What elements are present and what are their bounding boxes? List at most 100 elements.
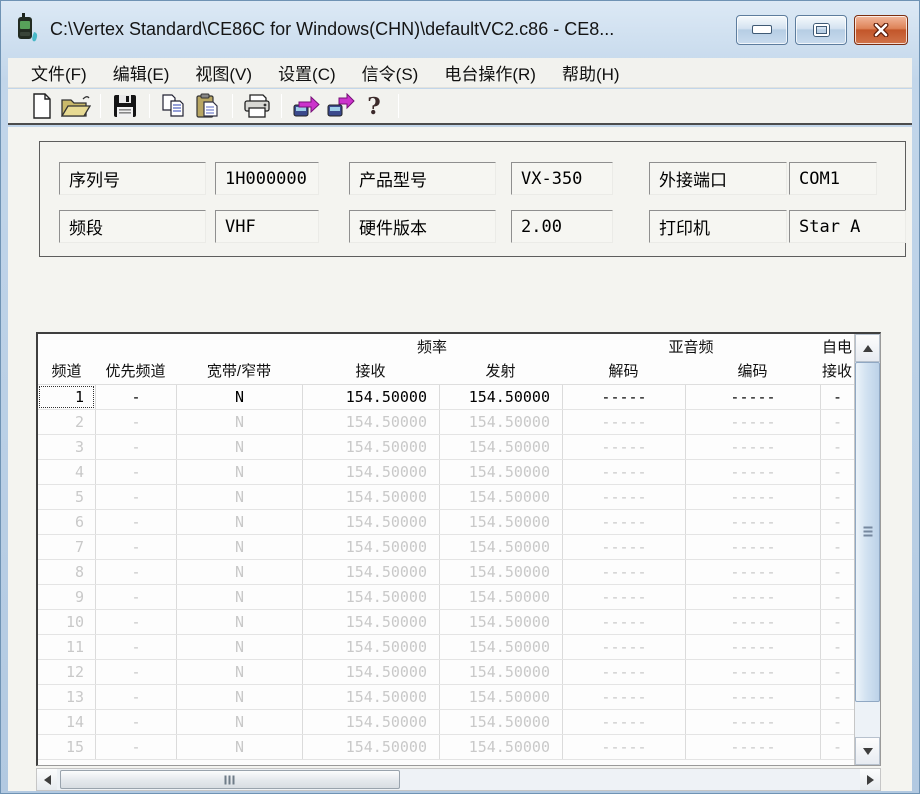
table-cell[interactable]: - [95,635,176,659]
open-file-button[interactable] [59,92,93,120]
table-cell[interactable]: 4 [38,460,95,484]
table-cell[interactable]: 154.50000 [439,735,562,759]
table-cell[interactable]: - [820,535,854,559]
table-cell[interactable]: ----- [562,535,685,559]
table-cell[interactable]: ----- [685,610,820,634]
table-cell[interactable]: N [176,635,302,659]
table-cell[interactable]: 154.50000 [439,435,562,459]
table-cell[interactable]: - [820,485,854,509]
table-cell[interactable]: 154.50000 [302,410,439,434]
table-cell[interactable]: 154.50000 [302,610,439,634]
table-cell[interactable]: 154.50000 [439,535,562,559]
table-cell[interactable]: ----- [685,510,820,534]
table-row[interactable]: 15-N154.50000154.50000----------- [38,735,854,760]
table-row[interactable]: 9-N154.50000154.50000----------- [38,585,854,610]
table-cell[interactable]: ----- [562,660,685,684]
minimize-button[interactable] [736,15,788,45]
maximize-button[interactable] [795,15,847,45]
vertical-scroll-track[interactable] [855,362,880,737]
table-row[interactable]: 4-N154.50000154.50000----------- [38,460,854,485]
table-cell[interactable]: N [176,560,302,584]
table-cell[interactable]: 9 [38,585,95,609]
scroll-left-button[interactable] [37,769,57,790]
table-cell[interactable]: - [820,385,854,409]
table-cell[interactable]: 154.50000 [302,435,439,459]
table-cell[interactable]: 3 [38,435,95,459]
menu-radio-operation[interactable]: 电台操作(R) [431,60,549,85]
table-cell[interactable]: ----- [562,385,685,409]
table-cell[interactable]: 154.50000 [439,685,562,709]
table-cell[interactable]: 154.50000 [439,510,562,534]
table-cell[interactable]: ----- [562,685,685,709]
write-to-radio-button[interactable] [323,92,357,120]
table-cell[interactable]: 154.50000 [302,460,439,484]
table-cell[interactable]: ----- [562,460,685,484]
table-cell[interactable]: 154.50000 [302,685,439,709]
table-cell[interactable]: ----- [562,610,685,634]
table-cell[interactable]: N [176,685,302,709]
table-cell[interactable]: - [95,485,176,509]
table-cell[interactable]: 154.50000 [302,510,439,534]
paste-button[interactable] [191,92,225,120]
table-cell[interactable]: N [176,710,302,734]
table-cell[interactable]: - [820,460,854,484]
table-cell[interactable]: ----- [562,635,685,659]
table-cell[interactable]: 154.50000 [439,460,562,484]
table-cell[interactable]: 154.50000 [302,585,439,609]
table-cell[interactable]: - [820,635,854,659]
col-header-bandwidth[interactable]: 宽带/窄带 [176,360,302,381]
table-cell[interactable]: N [176,485,302,509]
table-cell[interactable]: 154.50000 [439,410,562,434]
table-row[interactable]: 8-N154.50000154.50000----------- [38,560,854,585]
table-cell[interactable]: - [95,735,176,759]
save-button[interactable] [108,92,142,120]
table-cell[interactable]: N [176,410,302,434]
table-cell[interactable]: - [820,660,854,684]
horizontal-scrollbar[interactable] [36,768,881,791]
table-row[interactable]: 12-N154.50000154.50000----------- [38,660,854,685]
table-cell[interactable]: ----- [685,560,820,584]
table-cell[interactable]: 15 [38,735,95,759]
table-cell[interactable]: - [820,735,854,759]
table-cell[interactable]: - [95,535,176,559]
table-cell[interactable]: ----- [562,510,685,534]
table-cell[interactable]: ----- [562,485,685,509]
table-cell[interactable]: ----- [562,435,685,459]
table-row[interactable]: 5-N154.50000154.50000----------- [38,485,854,510]
vertical-scrollbar[interactable] [854,334,880,765]
table-row[interactable]: 14-N154.50000154.50000----------- [38,710,854,735]
table-cell[interactable]: - [95,660,176,684]
table-cell[interactable]: N [176,610,302,634]
table-cell[interactable]: 8 [38,560,95,584]
table-cell[interactable]: - [95,435,176,459]
table-row[interactable]: 11-N154.50000154.50000----------- [38,635,854,660]
menu-signaling[interactable]: 信令(S) [349,60,432,85]
table-cell[interactable]: ----- [685,735,820,759]
table-cell[interactable]: 154.50000 [302,385,439,409]
table-cell[interactable]: 12 [38,660,95,684]
col-header-tx[interactable]: 发射 [439,360,562,381]
table-cell[interactable]: - [95,460,176,484]
table-cell[interactable]: 154.50000 [439,485,562,509]
col-header-priority[interactable]: 优先频道 [95,360,176,381]
vertical-scroll-thumb[interactable] [855,362,880,702]
table-cell[interactable]: - [95,610,176,634]
table-cell[interactable]: 154.50000 [302,485,439,509]
table-cell[interactable]: ----- [562,585,685,609]
table-cell[interactable]: - [820,560,854,584]
table-cell[interactable]: ----- [562,560,685,584]
col-header-rx2[interactable]: 接收 [820,360,854,381]
table-row[interactable]: 10-N154.50000154.50000----------- [38,610,854,635]
table-cell[interactable]: ----- [685,485,820,509]
table-cell[interactable]: N [176,435,302,459]
table-cell[interactable]: 154.50000 [439,610,562,634]
horizontal-scroll-thumb[interactable] [60,770,400,789]
table-cell[interactable]: 154.50000 [439,560,562,584]
scroll-down-button[interactable] [855,737,880,765]
menu-file[interactable]: 文件(F) [18,60,100,85]
table-cell[interactable]: ----- [685,460,820,484]
table-cell[interactable]: 5 [38,485,95,509]
table-cell[interactable]: N [176,510,302,534]
table-cell[interactable]: 154.50000 [302,660,439,684]
menu-settings[interactable]: 设置(C) [265,60,349,85]
